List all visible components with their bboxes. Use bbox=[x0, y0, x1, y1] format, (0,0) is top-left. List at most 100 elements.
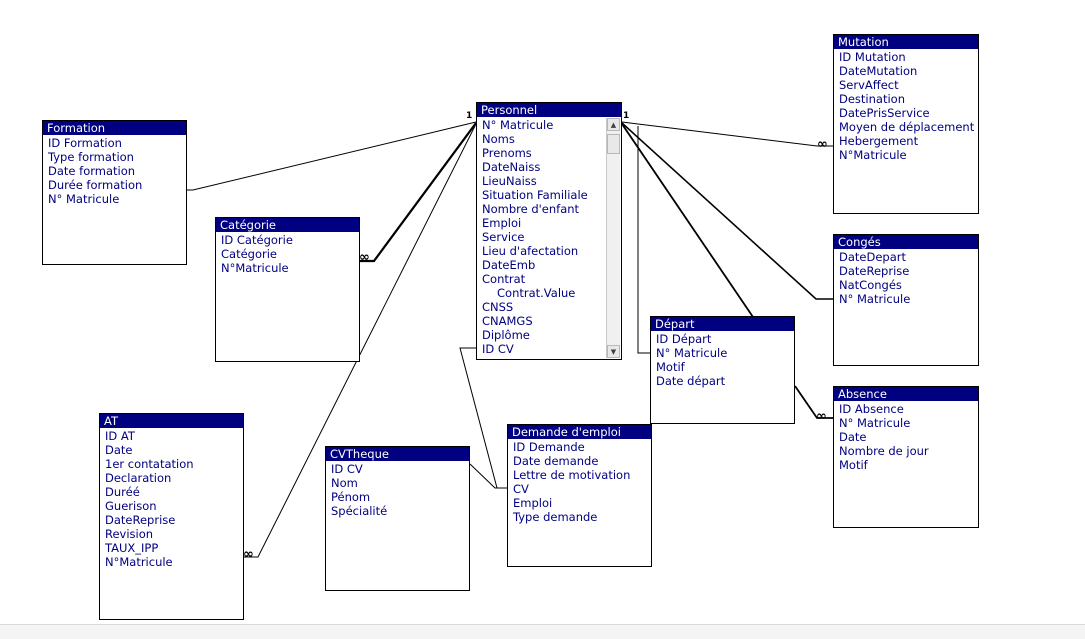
field-row[interactable]: Service bbox=[477, 230, 621, 244]
table-title-mutation: Mutation bbox=[834, 35, 978, 49]
cardinality-many-categorie: ∞ bbox=[359, 250, 370, 265]
field-row[interactable]: CNSS bbox=[477, 300, 621, 314]
table-demande-emploi[interactable]: Demande d'emploi ID Demande Date demande… bbox=[507, 424, 652, 567]
table-title-at: AT bbox=[100, 414, 243, 428]
table-title-depart: Départ bbox=[651, 317, 794, 331]
field-row[interactable]: Spécialité bbox=[326, 504, 469, 518]
cardinality-many-absence: ∞ bbox=[816, 409, 827, 424]
table-title-categorie: Catégorie bbox=[216, 218, 359, 232]
cardinality-many-at: ∞ bbox=[243, 547, 254, 562]
field-row[interactable]: Pénom bbox=[326, 490, 469, 504]
field-row[interactable]: NatCongés bbox=[834, 278, 978, 292]
field-row[interactable]: ServAffect bbox=[834, 78, 978, 92]
field-row[interactable]: DatePrisService bbox=[834, 106, 978, 120]
cardinality-one-left-personnel: 1 bbox=[466, 111, 473, 121]
field-row[interactable]: N° Matricule bbox=[834, 292, 978, 306]
scrollbar-thumb[interactable] bbox=[607, 134, 620, 154]
field-row[interactable]: ID Absence bbox=[834, 402, 978, 416]
scroll-up-arrow-icon[interactable]: ▲ bbox=[607, 118, 620, 131]
field-row[interactable]: Emploi bbox=[508, 496, 651, 510]
field-row[interactable]: Motif bbox=[651, 360, 794, 374]
field-row[interactable]: N° Matricule bbox=[477, 118, 621, 132]
table-formation[interactable]: Formation ID Formation Type formation Da… bbox=[42, 120, 187, 265]
field-row[interactable]: Hebergement bbox=[834, 134, 978, 148]
table-title-cvtheque: CVTheque bbox=[326, 447, 469, 461]
table-at[interactable]: AT ID AT Date 1er contatation Declaratio… bbox=[99, 413, 244, 620]
field-row[interactable]: DateEmb bbox=[477, 258, 621, 272]
field-row[interactable]: LieuNaiss bbox=[477, 174, 621, 188]
field-row[interactable]: ID Demande bbox=[508, 440, 651, 454]
table-mutation[interactable]: Mutation ID Mutation DateMutation ServAf… bbox=[833, 34, 979, 214]
field-row[interactable]: Catégorie bbox=[216, 247, 359, 261]
field-row[interactable]: Nom bbox=[326, 476, 469, 490]
field-list-absence: ID Absence N° Matricule Date Nombre de j… bbox=[834, 401, 978, 472]
field-row[interactable]: Noms bbox=[477, 132, 621, 146]
field-row[interactable]: Prenoms bbox=[477, 146, 621, 160]
relline-depart-absence bbox=[794, 385, 833, 419]
personnel-vertical-scrollbar[interactable]: ▲ ▼ bbox=[606, 118, 620, 358]
field-row[interactable]: 1er contatation bbox=[100, 457, 243, 471]
table-conges[interactable]: Congés DateDepart DateReprise NatCongés … bbox=[833, 234, 979, 366]
field-row[interactable]: Moyen de déplacement bbox=[834, 120, 978, 134]
field-row[interactable]: N°Matricule bbox=[834, 148, 978, 162]
field-row[interactable]: ID Départ bbox=[651, 332, 794, 346]
field-row[interactable]: DateReprise bbox=[100, 513, 243, 527]
table-absence[interactable]: Absence ID Absence N° Matricule Date Nom… bbox=[833, 386, 979, 528]
field-row[interactable]: ID AT bbox=[100, 429, 243, 443]
field-row[interactable]: Nombre d'enfant bbox=[477, 202, 621, 216]
field-list-conges: DateDepart DateReprise NatCongés N° Matr… bbox=[834, 249, 978, 306]
field-row-sub[interactable]: Contrat.Value bbox=[477, 286, 621, 300]
field-row[interactable]: N°Matricule bbox=[100, 555, 243, 569]
field-row[interactable]: DateDepart bbox=[834, 250, 978, 264]
field-row[interactable]: Date demande bbox=[508, 454, 651, 468]
cardinality-one-right-personnel: 1 bbox=[623, 111, 630, 121]
field-row[interactable]: Emploi bbox=[477, 216, 621, 230]
field-row[interactable]: TAUX_IPP bbox=[100, 541, 243, 555]
field-row[interactable]: Date bbox=[100, 443, 243, 457]
relline-personnel-categorie bbox=[360, 122, 477, 263]
field-row[interactable]: Contrat bbox=[477, 272, 621, 286]
relline-personnel-depart-diagonal bbox=[621, 123, 754, 318]
scroll-down-arrow-icon[interactable]: ▼ bbox=[607, 345, 620, 358]
status-bar bbox=[0, 624, 1085, 639]
field-row[interactable]: Duréé bbox=[100, 485, 243, 499]
field-row[interactable]: CNAMGS bbox=[477, 314, 621, 328]
field-row[interactable]: Date départ bbox=[651, 374, 794, 388]
field-row[interactable]: ID CV bbox=[477, 342, 621, 356]
table-personnel[interactable]: Personnel N° Matricule Noms Prenoms Date… bbox=[476, 102, 622, 360]
field-row[interactable]: Date bbox=[834, 430, 978, 444]
field-row[interactable]: Situation Familiale bbox=[477, 188, 621, 202]
field-row[interactable]: ID Catégorie bbox=[216, 233, 359, 247]
field-row[interactable]: N° Matricule bbox=[651, 346, 794, 360]
field-row[interactable]: CV bbox=[508, 482, 651, 496]
field-row[interactable]: Nombre de jour bbox=[834, 444, 978, 458]
field-row[interactable]: DateMutation bbox=[834, 64, 978, 78]
field-row[interactable]: Lettre de motivation bbox=[508, 468, 651, 482]
field-row[interactable]: Guerison bbox=[100, 499, 243, 513]
field-row[interactable]: ID Mutation bbox=[834, 50, 978, 64]
field-row[interactable]: Durée formation bbox=[43, 178, 186, 192]
table-title-formation: Formation bbox=[43, 121, 186, 135]
field-row[interactable]: Diplôme bbox=[477, 328, 621, 342]
field-row[interactable]: Declaration bbox=[100, 471, 243, 485]
table-categorie[interactable]: Catégorie ID Catégorie Catégorie N°Matri… bbox=[215, 217, 360, 362]
relationships-canvas[interactable]: Mutation ID Mutation DateMutation ServAf… bbox=[0, 0, 1085, 624]
field-row[interactable]: ID CV bbox=[326, 462, 469, 476]
field-row[interactable]: Lieu d'afectation bbox=[477, 244, 621, 258]
field-row[interactable]: N° Matricule bbox=[43, 192, 186, 206]
field-row[interactable]: DateNaiss bbox=[477, 160, 621, 174]
field-row[interactable]: Revision bbox=[100, 527, 243, 541]
field-row[interactable]: Destination bbox=[834, 92, 978, 106]
field-row[interactable]: Motif bbox=[834, 458, 978, 472]
field-row[interactable]: Type formation bbox=[43, 150, 186, 164]
field-row[interactable]: Date formation bbox=[43, 164, 186, 178]
table-title-absence: Absence bbox=[834, 387, 978, 401]
cardinality-many-mutation: ∞ bbox=[817, 137, 828, 152]
field-row[interactable]: ID Formation bbox=[43, 136, 186, 150]
field-row[interactable]: N°Matricule bbox=[216, 261, 359, 275]
field-row[interactable]: N° Matricule bbox=[834, 416, 978, 430]
table-cvtheque[interactable]: CVTheque ID CV Nom Pénom Spécialité bbox=[325, 446, 470, 591]
field-row[interactable]: DateReprise bbox=[834, 264, 978, 278]
field-row[interactable]: Type demande bbox=[508, 510, 651, 524]
table-depart[interactable]: Départ ID Départ N° Matricule Motif Date… bbox=[650, 316, 795, 424]
